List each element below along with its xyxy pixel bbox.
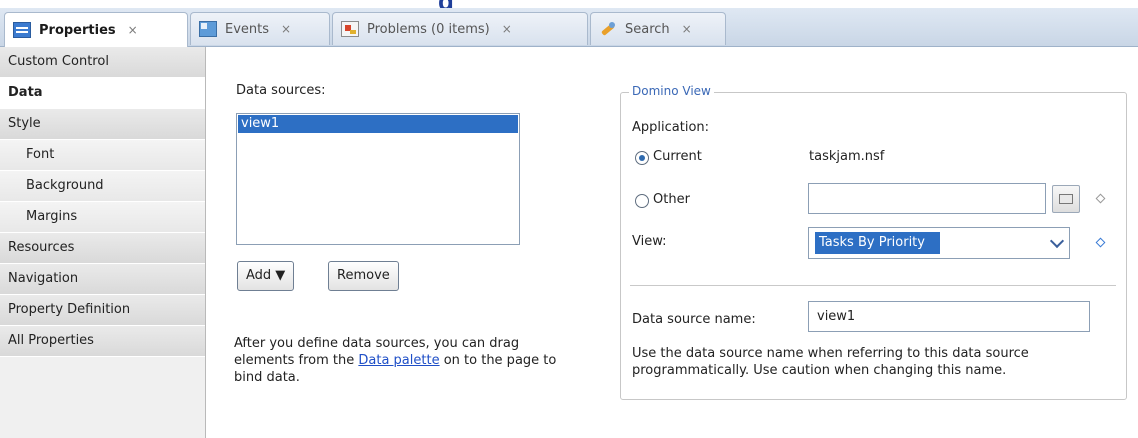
tab-problems[interactable]: Problems (0 items) × (332, 12, 588, 45)
other-db-field[interactable] (808, 183, 1046, 214)
data-source-name-field[interactable]: view1 (808, 301, 1090, 332)
other-radio[interactable] (635, 194, 649, 208)
data-sources-list[interactable]: view1 (236, 113, 520, 245)
properties-icon (13, 22, 31, 38)
data-panel: Data sources: view1 Add ▼ Remove After y… (206, 47, 1138, 438)
application-label: Application: (632, 120, 710, 135)
view-selected-value: Tasks By Priority (815, 232, 940, 254)
view-label: View: (632, 234, 667, 249)
properties-sidebar: Custom Control Data Style Font Backgroun… (0, 47, 206, 438)
sidebar-item-font[interactable]: Font (0, 140, 205, 171)
sidebar-item-navigation[interactable]: Navigation (0, 264, 205, 295)
tab-search[interactable]: Search × (590, 12, 726, 45)
add-button[interactable]: Add ▼ (237, 261, 295, 291)
data-source-name-note: Use the data source name when referring … (632, 346, 1029, 378)
close-icon[interactable]: × (682, 22, 692, 36)
events-icon (199, 21, 217, 37)
separator (630, 285, 1116, 286)
tab-properties[interactable]: Properties × (4, 12, 188, 47)
sidebar-item-style[interactable]: Style (0, 109, 205, 140)
group-title: Domino View (629, 84, 714, 98)
current-label: Current (653, 149, 702, 164)
close-icon[interactable]: × (281, 22, 291, 36)
tab-label: Events (225, 21, 270, 37)
sidebar-item-property-definition[interactable]: Property Definition (0, 295, 205, 326)
sidebar-item-data[interactable]: Data (0, 78, 205, 109)
sidebar-item-all-properties[interactable]: All Properties (0, 326, 205, 357)
folder-icon (1059, 194, 1073, 204)
view-dropdown-button[interactable] (1045, 228, 1069, 258)
current-radio[interactable] (635, 151, 649, 165)
heading-fragment: g (0, 0, 1138, 8)
browse-button[interactable] (1052, 185, 1080, 213)
view-tab-bar: Properties × Events × Problems (0 items)… (0, 8, 1138, 47)
close-icon[interactable]: × (502, 22, 512, 36)
search-icon (599, 21, 617, 37)
other-label: Other (653, 192, 690, 207)
view-select[interactable]: Tasks By Priority (808, 227, 1070, 259)
data-sources-label: Data sources: (236, 83, 326, 98)
chevron-down-icon (1049, 233, 1065, 249)
tab-label: Properties (39, 22, 116, 38)
tab-events[interactable]: Events × (190, 12, 330, 45)
remove-button[interactable]: Remove (328, 261, 399, 291)
sidebar-item-custom-control[interactable]: Custom Control (0, 47, 205, 78)
tab-label: Problems (0 items) (367, 21, 490, 37)
list-item[interactable]: view1 (238, 115, 518, 133)
current-db-value: taskjam.nsf (809, 149, 885, 164)
tab-label: Search (625, 21, 670, 37)
sidebar-item-margins[interactable]: Margins (0, 202, 205, 233)
sidebar-item-background[interactable]: Background (0, 171, 205, 202)
data-palette-link[interactable]: Data palette (358, 353, 439, 368)
data-source-name-label: Data source name: (632, 312, 756, 327)
problems-icon (341, 21, 359, 37)
sidebar-item-resources[interactable]: Resources (0, 233, 205, 264)
data-help-text: After you define data sources, you can d… (234, 335, 574, 386)
close-icon[interactable]: × (128, 23, 138, 37)
